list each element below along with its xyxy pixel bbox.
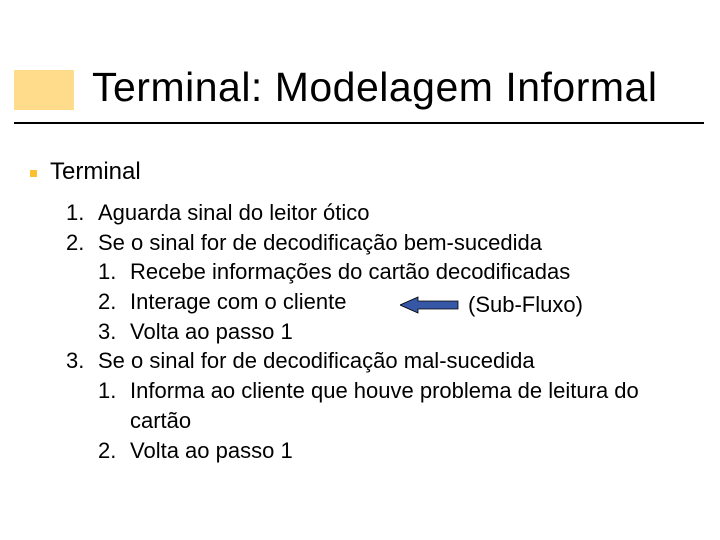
item-number: 1.	[98, 376, 130, 435]
inner-list: 1. Recebe informações do cartão decodifi…	[66, 257, 696, 346]
outer-list: 1. Aguarda sinal do leitor ótico 2. Se o…	[66, 198, 696, 465]
annotation-label: (Sub-Fluxo)	[468, 292, 583, 318]
slide-title-block: Terminal: Modelagem Informal	[14, 70, 706, 140]
content-area: 1. Aguarda sinal do leitor ótico 2. Se o…	[66, 198, 696, 465]
annotation: (Sub-Fluxo)	[400, 292, 583, 318]
item-number: 2.	[66, 228, 98, 258]
item-number: 3.	[98, 317, 130, 347]
list-item: 2. Interage com o cliente	[98, 287, 696, 317]
item-number: 1.	[98, 257, 130, 287]
item-text: Aguarda sinal do leitor ótico	[98, 198, 696, 228]
item-number: 1.	[66, 198, 98, 228]
list-item: 2. Se o sinal for de decodificação bem-s…	[66, 228, 696, 347]
slide-title: Terminal: Modelagem Informal	[92, 64, 657, 111]
list-item: 3. Volta ao passo 1	[98, 317, 696, 347]
item-text: Volta ao passo 1	[130, 436, 696, 466]
list-item: 1. Informa ao cliente que houve problema…	[98, 376, 696, 435]
list-item: 2. Volta ao passo 1	[98, 436, 696, 466]
item-text: Informa ao cliente que houve problema de…	[130, 376, 696, 435]
item-text: Recebe informações do cartão decodificad…	[130, 257, 696, 287]
item-number: 2.	[98, 436, 130, 466]
list-item: 3. Se o sinal for de decodificação mal-s…	[66, 346, 696, 465]
item-number: 2.	[98, 287, 130, 317]
arrow-left-icon	[400, 295, 460, 315]
item-text: Se o sinal for de decodificação bem-suce…	[98, 228, 696, 258]
accent-box	[14, 70, 74, 110]
list-item: 1. Recebe informações do cartão decodifi…	[98, 257, 696, 287]
list-item: 1. Aguarda sinal do leitor ótico	[66, 198, 696, 228]
sub-heading: Terminal	[50, 158, 141, 186]
item-text: Se o sinal for de decodificação mal-suce…	[98, 346, 696, 376]
item-text: Volta ao passo 1	[130, 317, 696, 347]
title-underline	[14, 122, 704, 124]
item-number: 3.	[66, 346, 98, 376]
bullet-square-icon	[30, 170, 37, 177]
inner-list: 1. Informa ao cliente que houve problema…	[66, 376, 696, 465]
